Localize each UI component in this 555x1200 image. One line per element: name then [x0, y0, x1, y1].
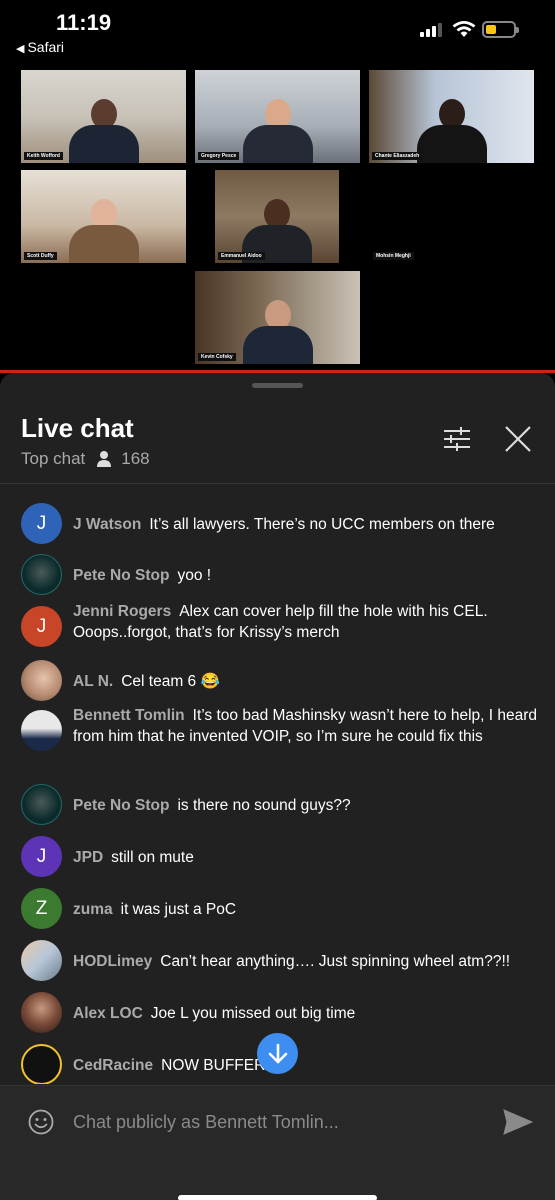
- message-author[interactable]: Alex LOC: [73, 1005, 143, 1022]
- live-chat-panel: Live chat Top chat 168 J J Watson It’s al…: [0, 373, 555, 1200]
- participant-tile: Scott Duffy: [21, 170, 186, 263]
- participant-name: Gregory Pesce: [198, 152, 240, 160]
- clock: 11:19: [56, 10, 112, 35]
- back-label: Safari: [27, 39, 65, 55]
- message-text: Joe L you missed out big time: [150, 1005, 356, 1022]
- close-icon[interactable]: [504, 425, 532, 453]
- status-bar: 11:19 ◀ Safari: [0, 0, 555, 66]
- message-author[interactable]: JPD: [73, 849, 103, 866]
- message-author[interactable]: Pete No Stop: [73, 567, 169, 584]
- home-indicator[interactable]: [178, 1195, 377, 1200]
- message-author[interactable]: HODLimey: [73, 953, 152, 970]
- chat-mode-label: Top chat: [21, 449, 86, 468]
- participant-name: Mohsin Meghji: [373, 252, 414, 260]
- message-author[interactable]: zuma: [73, 901, 113, 918]
- message-text: yoo !: [177, 567, 212, 584]
- message-text: is there no sound guys??: [177, 797, 351, 814]
- user-avatar[interactable]: [21, 992, 62, 1033]
- arrow-down-icon: [268, 1043, 287, 1063]
- chat-title: Live chat: [21, 413, 134, 443]
- chat-messages-list[interactable]: J J Watson It’s all lawyers. There’s no U…: [0, 484, 555, 1084]
- user-avatar[interactable]: [21, 940, 62, 981]
- back-arrow-icon: ◀: [16, 43, 25, 55]
- participant-tile: Chante Eliaszadeh: [369, 70, 534, 163]
- user-avatar[interactable]: [21, 554, 62, 595]
- message-author[interactable]: AL N.: [73, 673, 113, 690]
- user-avatar[interactable]: [21, 1044, 62, 1084]
- message-author[interactable]: J Watson: [73, 516, 141, 533]
- back-to-safari-link[interactable]: ◀ Safari: [16, 39, 64, 55]
- participant-tile: Emmanuel Aidoo: [215, 170, 339, 263]
- message-author[interactable]: Bennett Tomlin: [73, 707, 185, 724]
- message-author[interactable]: Jenni Rogers: [73, 603, 171, 620]
- participant-name: Emmanuel Aidoo: [218, 252, 265, 260]
- user-avatar[interactable]: J: [21, 606, 62, 647]
- participant-name: Keith Wofford: [24, 152, 63, 160]
- user-avatar[interactable]: [21, 710, 62, 751]
- video-player[interactable]: Keith Wofford Gregory Pesce Chante Elias…: [0, 66, 555, 371]
- message-author[interactable]: Pete No Stop: [73, 797, 169, 814]
- chat-message-input[interactable]: [73, 1108, 473, 1136]
- battery-icon: [482, 21, 519, 38]
- message-text: Can’t hear anything…. Just spinning whee…: [160, 953, 511, 970]
- message-text: still on mute: [111, 849, 194, 866]
- participant-tile: Kevin Cofsky: [195, 271, 360, 364]
- message-author[interactable]: CedRacine: [73, 1057, 153, 1074]
- person-icon: [97, 451, 112, 467]
- chat-input-bar: [0, 1085, 555, 1200]
- message-text: it was just a PoC: [120, 901, 237, 918]
- participant-tile: Keith Wofford: [21, 70, 186, 163]
- user-avatar[interactable]: [21, 660, 62, 701]
- emoji-icon[interactable]: [28, 1109, 54, 1135]
- participant-name: Chante Eliaszadeh: [372, 152, 423, 160]
- message-text: Cel team 6 😂: [121, 673, 220, 690]
- participant-name: Scott Duffy: [24, 252, 57, 260]
- user-avatar[interactable]: J: [21, 836, 62, 877]
- viewer-count: 168: [121, 449, 150, 468]
- scroll-to-bottom-button[interactable]: [257, 1033, 298, 1074]
- user-avatar[interactable]: Z: [21, 888, 62, 929]
- participant-tile: Gregory Pesce: [195, 70, 360, 163]
- cellular-signal-icon: [420, 23, 442, 37]
- participant-name: Kevin Cofsky: [198, 353, 236, 361]
- wifi-icon: [452, 21, 476, 37]
- chat-mode-selector[interactable]: Top chat 168: [21, 449, 150, 469]
- user-avatar[interactable]: J: [21, 503, 62, 544]
- send-icon[interactable]: [503, 1109, 533, 1135]
- drag-handle[interactable]: [252, 383, 303, 388]
- message-text: It’s all lawyers. There’s no UCC members…: [149, 516, 495, 533]
- user-avatar[interactable]: [21, 784, 62, 825]
- filter-icon[interactable]: [444, 426, 470, 452]
